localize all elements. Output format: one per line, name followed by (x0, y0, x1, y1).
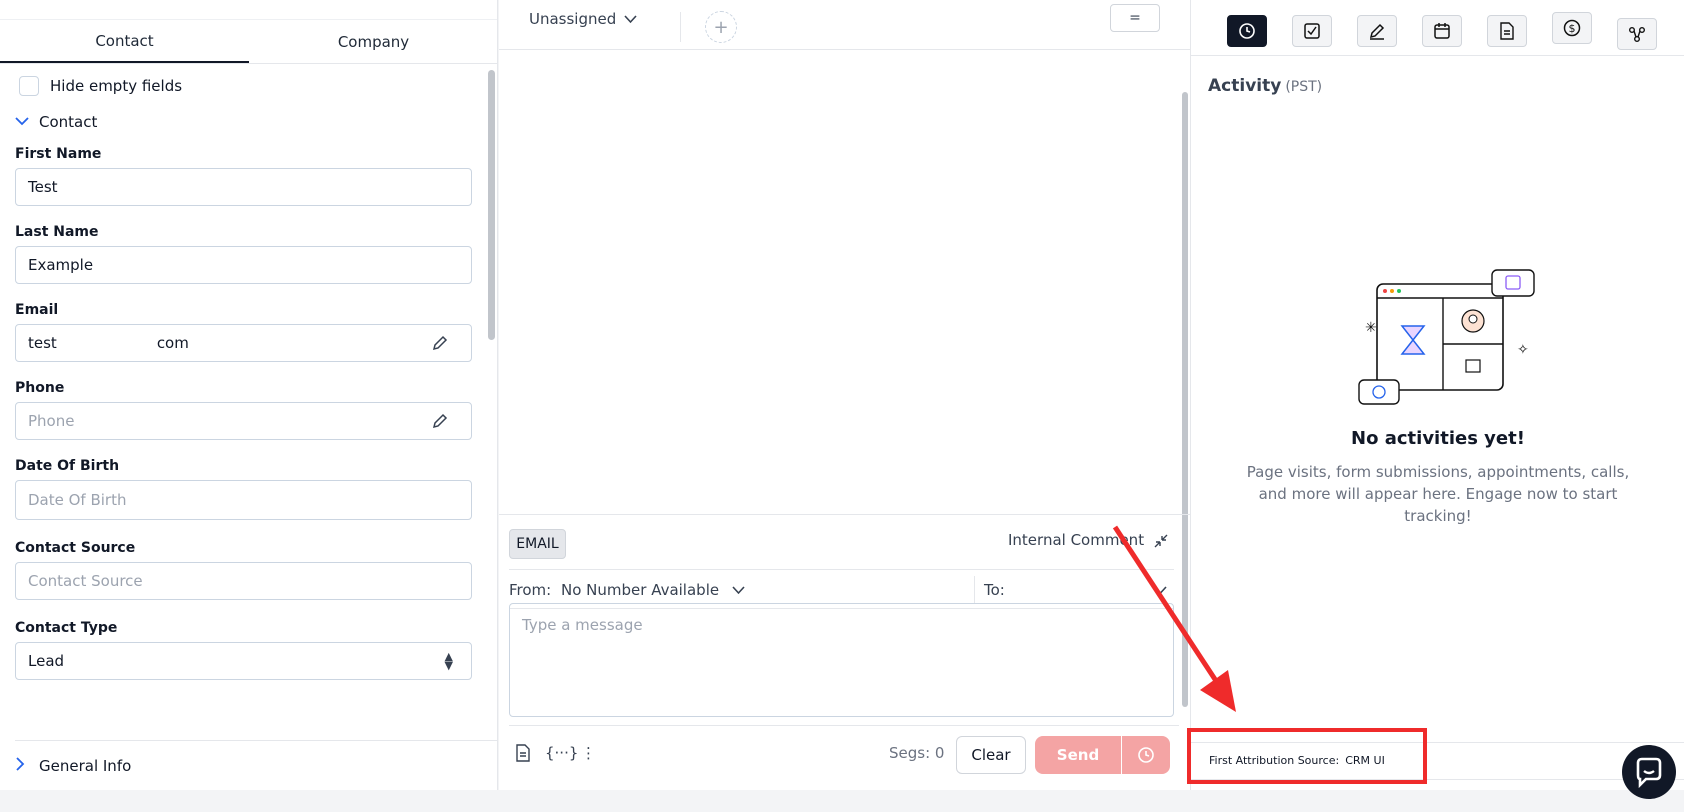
template-icon[interactable] (515, 744, 531, 766)
calendar-icon[interactable] (1422, 15, 1462, 47)
activity-icon-bar: $ (1191, 0, 1684, 56)
filter-button[interactable]: = (1110, 4, 1160, 32)
email-value-suffix: com (156, 334, 189, 352)
clear-button[interactable]: Clear (956, 736, 1026, 774)
workflow-icon[interactable] (1617, 18, 1657, 50)
last-name-value: Example (28, 256, 94, 274)
left-scrollbar[interactable] (488, 70, 495, 340)
chat-icon (1636, 757, 1662, 789)
empty-state-illustration: ✳ ✧ (1358, 269, 1535, 405)
contact-source-placeholder: Contact Source (28, 572, 143, 590)
chevron-right-icon (15, 756, 39, 775)
contact-source-label: Contact Source (15, 540, 136, 556)
email-field[interactable]: test com (15, 324, 472, 362)
custom-values-icon[interactable]: {···} (545, 744, 578, 762)
pencil-icon[interactable] (431, 334, 449, 352)
phone-field[interactable]: Phone (15, 402, 472, 440)
from-number-select[interactable]: No Number Available (553, 575, 728, 605)
svg-text:✧: ✧ (1517, 342, 1529, 358)
dob-placeholder: Date Of Birth (28, 491, 127, 509)
send-button[interactable]: Send (1035, 736, 1121, 774)
plus-icon: + (713, 16, 729, 38)
hide-empty-fields-toggle[interactable]: Hide empty fields (19, 72, 473, 100)
first-name-field[interactable]: Test (15, 168, 472, 206)
document-icon[interactable] (1487, 15, 1527, 47)
tab-company[interactable]: Company (249, 20, 497, 63)
svg-text:$: $ (1569, 22, 1576, 35)
contact-form: Hide empty fields Contact First Name Tes… (15, 72, 473, 680)
last-name-field[interactable]: Example (15, 246, 472, 284)
collapse-icon[interactable] (1153, 533, 1169, 553)
schedule-send-button[interactable] (1122, 736, 1170, 774)
contact-type-label: Contact Type (15, 620, 118, 636)
chevron-down-icon[interactable] (1154, 581, 1167, 599)
header-divider (680, 12, 681, 42)
contact-tabs: Contact Company (0, 20, 497, 64)
phone-placeholder: Phone (28, 412, 75, 430)
hide-empty-label: Hide empty fields (50, 77, 183, 95)
chevron-down-icon (624, 14, 637, 23)
dob-label: Date Of Birth (15, 458, 120, 474)
chevron-down-icon[interactable] (732, 581, 745, 599)
pencil-icon[interactable] (431, 412, 449, 430)
activity-icon[interactable] (1227, 15, 1267, 47)
more-options-icon[interactable]: ⋮ (581, 744, 596, 762)
general-info-section[interactable]: General Info (15, 740, 497, 790)
activity-heading: Activity (1208, 76, 1282, 96)
message-composer: EMAIL Internal Comment From: No Number A… (499, 514, 1190, 790)
internal-comment-tab[interactable]: Internal Comment (1008, 531, 1144, 549)
assignee-dropdown[interactable]: Unassigned (529, 10, 637, 28)
composer-toolbar: {···} ⋮ Segs: 0 Clear Send (509, 725, 1179, 775)
empty-state-title: No activities yet! (1351, 428, 1525, 449)
add-participant-button[interactable]: + (705, 11, 737, 43)
chat-widget-button[interactable] (1622, 745, 1676, 799)
section-title: Contact (39, 113, 98, 131)
task-icon[interactable] (1292, 15, 1332, 47)
email-label: Email (15, 302, 59, 318)
svg-text:✳: ✳ (1365, 320, 1377, 336)
empty-state-text: Page visits, form submissions, appointme… (1246, 463, 1630, 525)
dob-field[interactable]: Date Of Birth (15, 480, 472, 520)
note-icon[interactable] (1357, 15, 1397, 47)
filter-icon: = (1129, 10, 1141, 26)
dollar-icon[interactable]: $ (1552, 12, 1592, 44)
from-label: From: (509, 581, 552, 599)
conversation-header: Unassigned + = (499, 0, 1190, 50)
select-arrows-icon: ▲ ▼ (444, 650, 453, 672)
chevron-down-icon (15, 114, 39, 130)
tab-contact[interactable]: Contact (0, 20, 249, 63)
activity-title: Activity (PST) (1208, 76, 1322, 96)
contact-type-value: Lead (28, 652, 65, 670)
contact-source-field[interactable]: Contact Source (15, 562, 472, 600)
panel-top-strip (0, 0, 497, 20)
message-placeholder: Type a message (522, 616, 643, 634)
to-divider (974, 576, 975, 604)
clock-icon (1138, 747, 1154, 763)
general-info-label: General Info (39, 756, 132, 775)
annotation-highlight-box (1187, 728, 1427, 784)
last-name-label: Last Name (15, 224, 99, 240)
message-textarea[interactable]: Type a message (509, 603, 1174, 717)
first-name-label: First Name (15, 146, 102, 162)
email-value-prefix: test (28, 334, 57, 352)
email-channel-tab[interactable]: EMAIL (509, 529, 566, 559)
contact-section-header[interactable]: Contact (15, 108, 473, 136)
segment-count: Segs: 0 (889, 744, 945, 762)
contact-type-select[interactable]: Lead ▲ ▼ (15, 642, 472, 680)
first-name-value: Test (28, 178, 58, 196)
hide-empty-checkbox[interactable] (19, 76, 39, 96)
activity-panel: $ Activity (PST) ✳ ✧ No activities yet! P… (1190, 0, 1684, 790)
timezone-label: (PST) (1285, 79, 1323, 95)
contact-details-panel: Contact Company Hide empty fields Contac… (0, 0, 498, 790)
assignee-value: Unassigned (529, 10, 617, 28)
phone-label: Phone (15, 380, 65, 396)
conversation-panel: Unassigned + = EMAIL Internal Comment Fr… (499, 0, 1190, 790)
to-label: To: (984, 581, 1005, 599)
